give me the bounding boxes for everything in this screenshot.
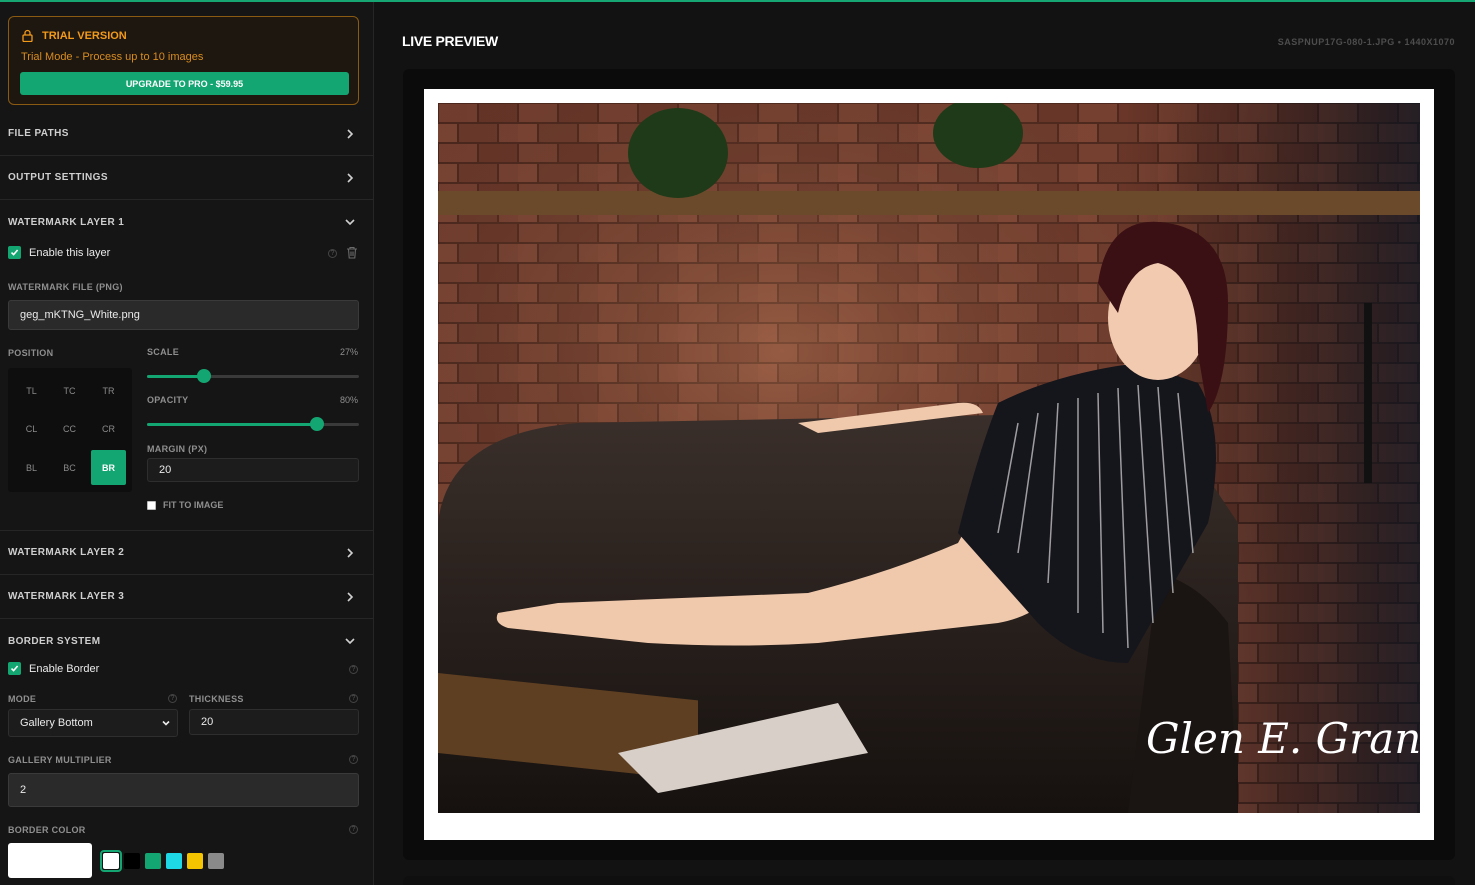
- enable-layer-label: Enable this layer: [29, 246, 111, 259]
- gallery-multiplier-input[interactable]: 2: [8, 773, 359, 807]
- fit-to-image-checkbox[interactable]: [147, 500, 156, 510]
- enable-border-checkbox[interactable]: [8, 662, 21, 675]
- photo-illustration: Glen E. Grant: [438, 103, 1420, 813]
- section-output-settings[interactable]: OUTPUT SETTINGS: [0, 156, 373, 200]
- section-title: WATERMARK LAYER 3: [8, 591, 125, 602]
- enable-layer-checkbox[interactable]: [8, 246, 21, 259]
- help-icon[interactable]: ?: [349, 825, 358, 834]
- lock-icon: [22, 29, 33, 42]
- position-bl[interactable]: BL: [14, 450, 49, 485]
- watermark-file-label: WATERMARK FILE (PNG): [8, 282, 123, 292]
- swatch-gray[interactable]: [208, 853, 224, 869]
- section-watermark-layer-3[interactable]: WATERMARK LAYER 3: [0, 575, 373, 619]
- section-watermark-layer-1[interactable]: WATERMARK LAYER 1: [0, 200, 373, 244]
- margin-label: MARGIN (PX): [147, 444, 208, 454]
- chevron-down-icon: [345, 219, 355, 226]
- position-grid: TL TC TR CL CC CR BL BC BR: [8, 368, 132, 492]
- live-preview-title: LIVE PREVIEW: [402, 33, 498, 49]
- position-tl[interactable]: TL: [14, 373, 49, 408]
- file-info: SASPNUP17G-080-1.JPG • 1440X1070: [1277, 37, 1455, 47]
- thickness-label: THICKNESS: [189, 694, 244, 704]
- help-icon[interactable]: ?: [349, 665, 358, 674]
- help-icon[interactable]: ?: [349, 755, 358, 764]
- mode-select-value: Gallery Bottom: [20, 717, 93, 729]
- mode-label: MODE: [8, 694, 37, 704]
- position-cc[interactable]: CC: [52, 411, 87, 446]
- section-border-system[interactable]: BORDER SYSTEM: [0, 619, 373, 663]
- section-title: BORDER SYSTEM: [8, 635, 101, 647]
- section-file-paths[interactable]: FILE PATHS: [0, 112, 373, 156]
- swatch-yellow[interactable]: [187, 853, 203, 869]
- settings-sidebar: TRIAL VERSION Trial Mode - Process up to…: [0, 2, 374, 885]
- help-icon[interactable]: ?: [328, 249, 337, 258]
- scale-value: 27%: [340, 347, 359, 357]
- bottom-panel-edge: [403, 876, 1455, 885]
- position-bc[interactable]: BC: [52, 450, 87, 485]
- trash-icon[interactable]: [346, 246, 358, 259]
- position-cr[interactable]: CR: [91, 411, 126, 446]
- section-title: WATERMARK LAYER 1: [8, 216, 125, 228]
- opacity-label: OPACITY: [147, 395, 189, 405]
- chevron-down-icon: [345, 638, 355, 645]
- scale-slider-fill: [147, 375, 205, 378]
- chevron-right-icon: [347, 547, 354, 558]
- help-icon[interactable]: ?: [168, 694, 177, 703]
- position-br[interactable]: BR: [91, 450, 126, 485]
- margin-input[interactable]: 20: [147, 458, 359, 482]
- swatch-cyan[interactable]: [166, 853, 182, 869]
- opacity-value: 80%: [340, 395, 359, 405]
- help-icon[interactable]: ?: [349, 694, 358, 703]
- watermark-signature: Glen E. Grant: [1146, 714, 1420, 763]
- border-color-preview[interactable]: [8, 843, 92, 878]
- upgrade-button[interactable]: UPGRADE TO PRO - $59.95: [20, 72, 349, 95]
- thickness-input[interactable]: 20: [189, 709, 359, 735]
- swatch-green[interactable]: [145, 853, 161, 869]
- preview-photo: Glen E. Grant: [438, 103, 1420, 813]
- trial-title: TRIAL VERSION: [42, 29, 127, 42]
- gallery-multiplier-label: GALLERY MULTIPLIER: [8, 755, 112, 765]
- scale-slider-thumb[interactable]: [197, 369, 212, 383]
- enable-border-row[interactable]: Enable Border: [8, 662, 99, 675]
- fit-to-image-label: FIT TO IMAGE: [163, 500, 224, 510]
- swatch-white[interactable]: [103, 853, 119, 869]
- scale-label: SCALE: [147, 347, 180, 357]
- chevron-right-icon: [347, 172, 354, 183]
- chevron-down-icon: [162, 720, 170, 726]
- section-title: FILE PATHS: [8, 128, 69, 139]
- swatch-black[interactable]: [124, 853, 140, 869]
- position-label: POSITION: [8, 348, 54, 358]
- opacity-slider-thumb[interactable]: [309, 417, 324, 431]
- border-color-label: BORDER COLOR: [8, 825, 86, 835]
- trial-banner: TRIAL VERSION Trial Mode - Process up to…: [8, 16, 359, 105]
- watermark-file-input[interactable]: geg_mKTNG_White.png: [8, 300, 359, 330]
- section-title: WATERMARK LAYER 2: [8, 547, 125, 558]
- enable-layer-row[interactable]: Enable this layer: [8, 246, 110, 259]
- opacity-slider[interactable]: [147, 417, 359, 431]
- position-cl[interactable]: CL: [14, 411, 49, 446]
- check-icon: [10, 665, 19, 672]
- chevron-right-icon: [347, 591, 354, 602]
- scale-slider[interactable]: [147, 369, 359, 383]
- fit-to-image-row[interactable]: FIT TO IMAGE: [147, 500, 223, 510]
- section-title: OUTPUT SETTINGS: [8, 172, 108, 183]
- check-icon: [10, 249, 19, 256]
- opacity-slider-fill: [147, 423, 317, 426]
- position-tc[interactable]: TC: [52, 373, 87, 408]
- position-tr[interactable]: TR: [91, 373, 126, 408]
- trial-header: TRIAL VERSION: [21, 29, 127, 42]
- trial-subtitle: Trial Mode - Process up to 10 images: [21, 51, 204, 63]
- enable-border-label: Enable Border: [29, 662, 100, 675]
- chevron-right-icon: [347, 128, 354, 139]
- section-watermark-layer-2[interactable]: WATERMARK LAYER 2: [0, 531, 373, 575]
- mode-select[interactable]: Gallery Bottom: [8, 709, 178, 737]
